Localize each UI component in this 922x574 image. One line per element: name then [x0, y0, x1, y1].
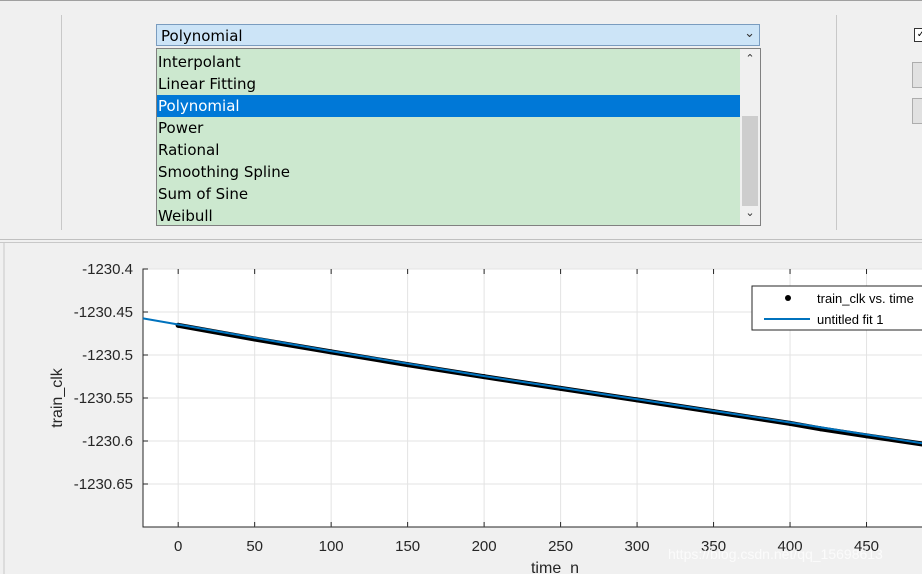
legend-marker-points [785, 295, 791, 301]
x-tick-label: 0 [174, 538, 182, 555]
panel-divider [61, 15, 62, 230]
plot-panel: 0501001502002503003504004505-1230.4-1230… [0, 242, 922, 574]
panel-divider [836, 15, 837, 230]
fit-type-selected-value: Polynomial [161, 27, 243, 45]
y-tick-label: -1230.4 [82, 261, 133, 278]
fit-plot[interactable]: 0501001502002503003504004505-1230.4-1230… [0, 243, 922, 574]
panel-divider [0, 239, 922, 240]
option-checkbox[interactable]: ✓ [914, 28, 922, 42]
y-tick-label: -1230.55 [74, 390, 133, 407]
x-tick-label: 50 [246, 538, 263, 555]
legend[interactable]: train_clk vs. time untitled fit 1 [751, 285, 922, 331]
list-item-rational[interactable]: Rational [157, 139, 740, 161]
side-button[interactable] [912, 98, 922, 124]
y-tick-label: -1230.65 [74, 476, 133, 493]
y-tick-label: -1230.45 [74, 304, 133, 321]
scroll-up-arrow-icon[interactable]: ⌃ [740, 52, 760, 65]
list-item-interpolant[interactable]: Interpolant [157, 51, 740, 73]
list-item-sum-of-sine[interactable]: Sum of Sine [157, 183, 740, 205]
fit-type-dropdown[interactable]: Polynomial ⌄ [156, 24, 760, 46]
y-axis-label: train_clk [49, 367, 66, 428]
x-tick-label: 250 [548, 538, 573, 555]
x-tick-label: 150 [395, 538, 420, 555]
list-scrollbar[interactable]: ⌃ ⌄ [740, 49, 760, 225]
x-tick-label: 300 [625, 538, 650, 555]
scrollbar-thumb[interactable] [742, 116, 758, 206]
legend-entry-fit: untitled fit 1 [817, 312, 884, 327]
fit-settings-panel: Polynomial ⌄ Interpolant Linear Fitting … [0, 0, 922, 240]
y-tick-label: -1230.6 [82, 433, 133, 450]
x-tick-label: 200 [472, 538, 497, 555]
y-tick-label: -1230.5 [82, 347, 133, 364]
chevron-down-icon: ⌄ [744, 26, 755, 41]
watermark-text: https://blog.csdn.net/qq_15698613 [668, 546, 883, 562]
scroll-down-arrow-icon[interactable]: ⌄ [740, 206, 760, 219]
x-axis-label: time_n [531, 560, 579, 574]
side-button[interactable] [912, 62, 922, 88]
list-item-linear-fitting[interactable]: Linear Fitting [157, 73, 740, 95]
fit-type-listbox[interactable]: Interpolant Linear Fitting Polynomial Po… [156, 48, 761, 226]
legend-entry-data: train_clk vs. time [817, 291, 914, 306]
x-tick-label: 100 [319, 538, 344, 555]
list-item-power[interactable]: Power [157, 117, 740, 139]
list-item-weibull[interactable]: Weibull [157, 205, 740, 227]
list-item-smoothing-spline[interactable]: Smoothing Spline [157, 161, 740, 183]
list-item-polynomial[interactable]: Polynomial [157, 95, 740, 117]
